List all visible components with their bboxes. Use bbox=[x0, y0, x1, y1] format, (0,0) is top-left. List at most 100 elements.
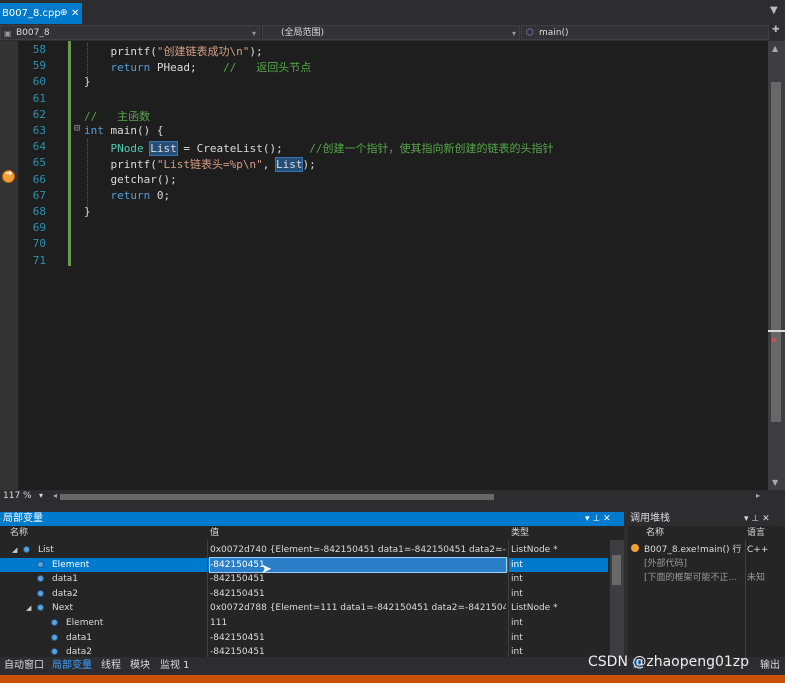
frame-language: C++ bbox=[747, 545, 769, 555]
project-name: B007_8 bbox=[16, 28, 50, 38]
locals-title: 局部变量 bbox=[3, 513, 43, 524]
split-icon[interactable]: ✚ bbox=[772, 25, 780, 35]
code-line[interactable]: } bbox=[84, 205, 91, 218]
project-icon: ▣ bbox=[4, 29, 12, 38]
locals-row[interactable]: data1 -842150451 int bbox=[0, 631, 608, 645]
variable-icon bbox=[51, 648, 58, 656]
code-line[interactable]: return 0; bbox=[84, 189, 171, 202]
column-divider bbox=[508, 540, 509, 657]
callstack-column-header: 名称 语言 bbox=[628, 526, 785, 541]
scroll-up-icon[interactable]: ▲ bbox=[772, 44, 778, 53]
variable-name: data2 bbox=[52, 588, 78, 599]
expand-icon[interactable]: ◢ bbox=[26, 601, 31, 615]
tab-locals[interactable]: 局部变量 bbox=[52, 657, 92, 675]
collapse-icon[interactable]: ⊟ bbox=[74, 123, 80, 134]
variable-type: int bbox=[511, 618, 523, 628]
pin-icon[interactable]: ⊕ bbox=[60, 3, 68, 24]
locals-row[interactable]: ◢ List 0x0072d740 {Element=-842150451 data… bbox=[0, 543, 608, 557]
code-line[interactable]: getchar(); bbox=[84, 173, 176, 186]
locals-row[interactable]: ◢ Next 0x0072d788 {Element=111 data1=-8421… bbox=[0, 601, 608, 615]
variable-value[interactable]: -842150451 bbox=[209, 556, 507, 573]
callstack-row[interactable]: B007_8.exe!main() 行 ... C++ bbox=[628, 543, 785, 557]
breakpoint-margin[interactable] bbox=[0, 41, 18, 490]
variable-value[interactable]: 111 bbox=[210, 616, 506, 630]
project-dropdown[interactable]: ▣ B007_8 ▾ bbox=[0, 25, 260, 40]
line-number: 69 bbox=[32, 221, 46, 235]
scroll-right-icon[interactable]: ▸ bbox=[756, 491, 760, 500]
locals-window-header[interactable]: 局部变量 ▾ ⊥ ✕ bbox=[0, 512, 624, 526]
variable-value[interactable]: -842150451 bbox=[210, 631, 506, 645]
line-number: 66 bbox=[32, 172, 46, 186]
locals-row[interactable]: data1 -842150451 int bbox=[0, 572, 608, 586]
window-controls[interactable]: ▾ ⊥ ✕ bbox=[585, 512, 611, 526]
locals-row[interactable]: data2 -842150451 int bbox=[0, 587, 608, 601]
frame-name: [外部代码] bbox=[644, 559, 688, 569]
column-language[interactable]: 语言 bbox=[747, 526, 765, 540]
breakpoint-marker bbox=[772, 338, 776, 342]
variable-value[interactable]: 0x0072d788 {Element=111 data1=-842150451… bbox=[210, 601, 506, 615]
variable-value[interactable]: -842150451 bbox=[210, 587, 506, 601]
zoom-level[interactable]: 117 % bbox=[3, 491, 32, 501]
horizontal-scroll-thumb[interactable] bbox=[60, 494, 494, 500]
scroll-down-icon[interactable]: ▼ bbox=[772, 478, 778, 487]
scope-dropdown[interactable]: (全局范围) ▾ bbox=[262, 25, 520, 40]
tab-watch-1[interactable]: 监视 1 bbox=[160, 657, 190, 675]
line-number: 60 bbox=[32, 75, 46, 89]
variable-value[interactable]: -842150451 bbox=[210, 572, 506, 586]
code-line[interactable]: int main() { bbox=[84, 124, 163, 137]
line-number: 59 bbox=[32, 59, 46, 73]
variable-icon bbox=[37, 589, 44, 597]
close-icon[interactable]: ✕ bbox=[71, 3, 79, 24]
code-line[interactable]: return PHead; // 返回头节点 bbox=[84, 59, 312, 75]
document-tab-bar: B007_8.cpp ⊕ ✕ ▼ bbox=[0, 0, 785, 26]
frame-name: [下面的框架可能不正... bbox=[644, 573, 738, 583]
tab-b007-8-cpp[interactable]: B007_8.cpp ⊕ ✕ bbox=[0, 3, 82, 24]
code-line[interactable]: } bbox=[84, 75, 91, 88]
tab-modules[interactable]: 模块 bbox=[130, 657, 150, 675]
tab-dropdown-icon[interactable]: ▼ bbox=[770, 5, 778, 16]
code-line[interactable]: printf("创建链表成功\n"); bbox=[84, 43, 262, 59]
code-line[interactable]: printf("List链表头=%p\n", List); bbox=[84, 156, 316, 173]
callstack-row[interactable]: [下面的框架可能不正... 未知 bbox=[628, 571, 785, 585]
callstack-row[interactable]: [外部代码] bbox=[628, 557, 785, 571]
zoom-dropdown-icon[interactable]: ▾ bbox=[39, 491, 43, 500]
variable-name: data1 bbox=[66, 632, 92, 643]
window-controls[interactable]: ▾ ⊥ ✕ bbox=[744, 512, 770, 526]
function-name: main() bbox=[539, 28, 569, 38]
code-line[interactable]: // 主函数 bbox=[84, 108, 150, 124]
variable-icon bbox=[37, 604, 44, 612]
line-number: 62 bbox=[32, 107, 46, 121]
scroll-position-marker bbox=[768, 330, 785, 332]
variable-type: int bbox=[511, 588, 523, 599]
line-number: 64 bbox=[32, 140, 46, 154]
column-type[interactable]: 类型 bbox=[511, 526, 529, 540]
line-number: 58 bbox=[32, 43, 46, 56]
column-value[interactable]: 值 bbox=[210, 526, 219, 540]
variable-name: Element bbox=[66, 618, 104, 628]
callstack-window-header[interactable]: 调用堆栈 ▾ ⊥ ✕ bbox=[628, 512, 785, 526]
tab-auto-window[interactable]: 自动窗口 bbox=[4, 657, 44, 675]
variable-value[interactable]: 0x0072d740 {Element=-842150451 data1=-84… bbox=[210, 543, 506, 557]
chevron-down-icon: ▾ bbox=[251, 29, 256, 38]
vertical-scroll-thumb[interactable] bbox=[771, 82, 781, 422]
tab-threads[interactable]: 线程 bbox=[101, 657, 121, 675]
scroll-left-icon[interactable]: ◂ bbox=[53, 491, 57, 500]
column-name[interactable]: 名称 bbox=[10, 526, 28, 540]
locals-scroll-thumb[interactable] bbox=[612, 555, 621, 585]
expand-icon[interactable]: ◢ bbox=[12, 543, 17, 557]
code-line[interactable]: PNode List = CreateList(); //创建一个指针，使其指向… bbox=[84, 140, 553, 157]
column-name[interactable]: 名称 bbox=[646, 526, 664, 540]
function-dropdown[interactable]: ⬡ main() bbox=[521, 25, 769, 40]
line-number: 70 bbox=[32, 237, 46, 251]
line-number: 65 bbox=[32, 156, 46, 170]
variable-type: int bbox=[511, 559, 523, 570]
locals-row[interactable]: Element 111 int bbox=[0, 616, 608, 630]
status-bar bbox=[0, 675, 785, 683]
variable-icon bbox=[37, 560, 44, 568]
variable-icon bbox=[23, 546, 30, 553]
tab-output[interactable]: 输出 bbox=[760, 657, 780, 675]
variable-type: int bbox=[511, 574, 523, 585]
locals-row[interactable]: Element -842150451 int bbox=[0, 556, 608, 573]
variable-type: ListNode * bbox=[511, 603, 558, 614]
callstack-title: 调用堆栈 bbox=[630, 513, 670, 524]
